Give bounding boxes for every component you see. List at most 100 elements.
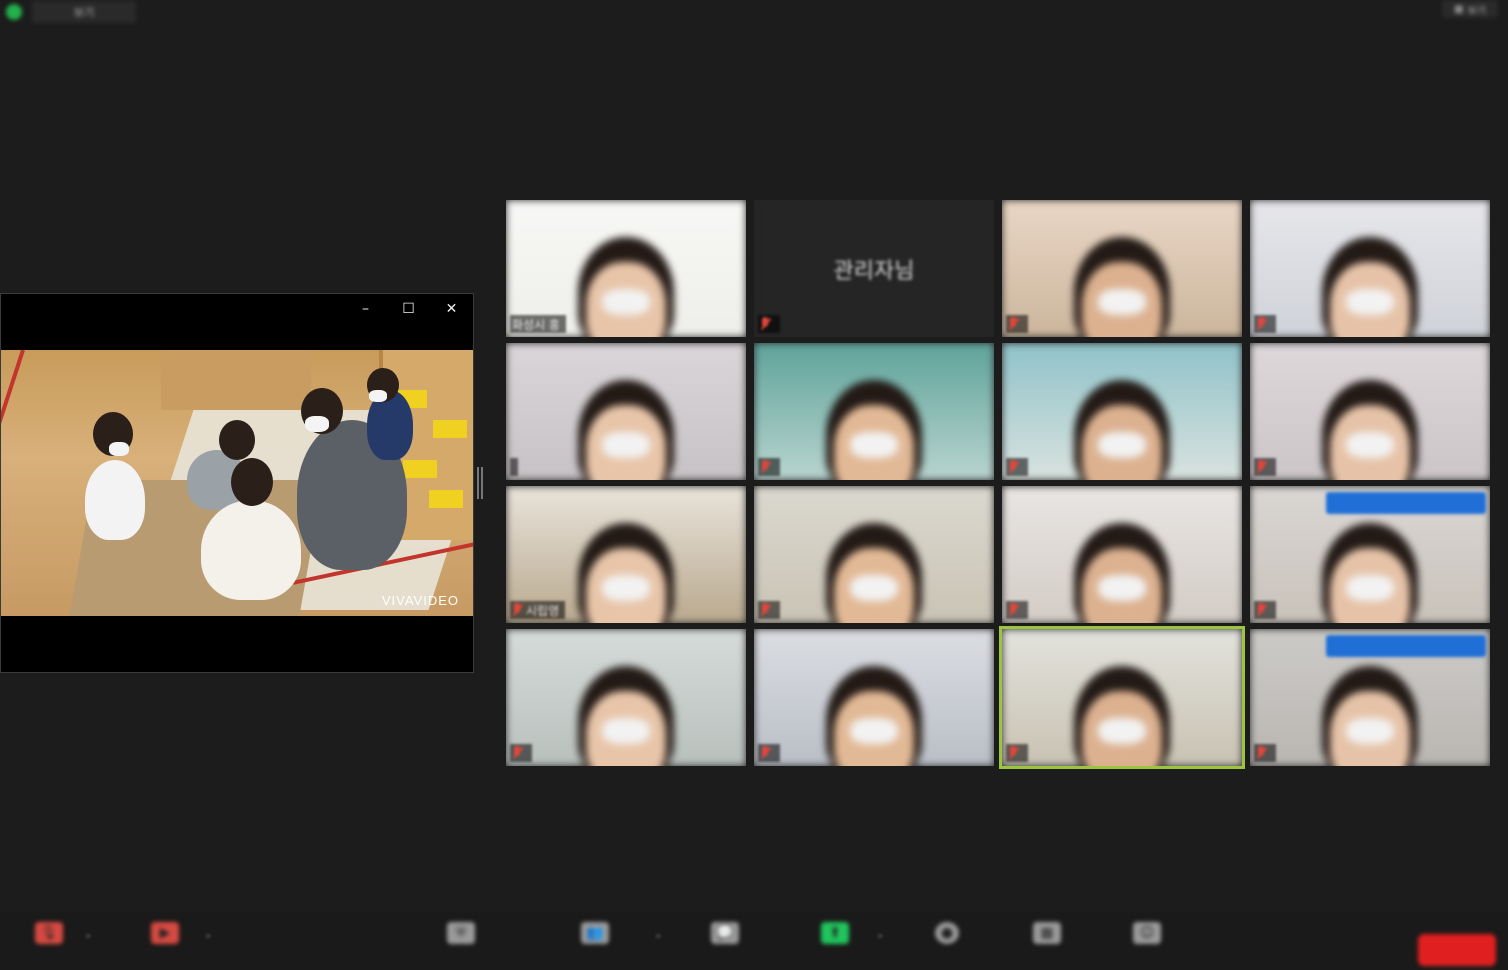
- participant-tile[interactable]: [1250, 486, 1490, 623]
- participant-tile[interactable]: 시립영: [506, 486, 746, 623]
- rooms-icon: ▦: [1033, 922, 1061, 944]
- participant-name-label: [1254, 458, 1276, 476]
- participant-mask: [602, 432, 650, 458]
- participant-tile[interactable]: [506, 343, 746, 480]
- shelf-bin: [433, 420, 467, 438]
- mic-muted-icon: [760, 317, 770, 331]
- mic-muted-icon: [760, 460, 770, 474]
- participant-tile[interactable]: [1250, 629, 1490, 766]
- close-button[interactable]: ✕: [430, 294, 473, 324]
- mute-button[interactable]: 🎙: [14, 922, 84, 970]
- video-options-chevron-icon[interactable]: ⌃: [204, 934, 214, 945]
- participant-video: [754, 629, 994, 766]
- floating-video-window[interactable]: – ☐ ✕ VIVAVIDEO: [0, 293, 474, 673]
- participant-mask: [1098, 432, 1146, 458]
- participant-name: 화성시 홍: [512, 317, 560, 332]
- participant-name-label: [1006, 744, 1028, 762]
- participant-mask: [602, 289, 650, 315]
- floor-line: [1, 350, 25, 616]
- meeting-window: 보기 ▦ 보기 – ☐ ✕ VIVAVIDEO 화성시 홍 관리자님 시립영 🎙…: [0, 0, 1508, 970]
- floating-window-titlebar[interactable]: – ☐ ✕: [1, 294, 473, 324]
- gallery-grid: 화성시 홍 관리자님시립영: [506, 200, 1492, 769]
- top-left-controls: 보기: [6, 0, 136, 24]
- participant-mask: [1346, 718, 1394, 744]
- participant-mask: [602, 575, 650, 601]
- participant-tile[interactable]: [1002, 343, 1242, 480]
- maximize-icon: ☐: [402, 301, 415, 317]
- participant-tile[interactable]: [754, 343, 994, 480]
- panel-resize-handle[interactable]: [477, 467, 483, 499]
- video-button[interactable]: ▶: [130, 922, 200, 970]
- share-options-chevron-icon[interactable]: ⌃: [876, 934, 886, 945]
- mic-options-chevron-icon[interactable]: ⌃: [84, 934, 94, 945]
- participant-name-label: [510, 744, 532, 762]
- participant-video: [1002, 200, 1242, 337]
- status-badge: [1326, 635, 1486, 657]
- security-icon: ⛨: [447, 922, 475, 944]
- background-shelf: [161, 350, 311, 410]
- participants-button[interactable]: 👥: [560, 922, 630, 970]
- mic-muted-icon: [512, 603, 522, 617]
- participant-name: 시립영: [526, 603, 560, 618]
- participant-tile[interactable]: [754, 629, 994, 766]
- meeting-toolbar: 🎙 ⌃ ▶ ⌃ ⛨ 👥 ⌃ 💬 ⬆ ⌃ ● ▦ ☺: [0, 912, 1508, 970]
- participant-video: [506, 343, 746, 480]
- participant-tile[interactable]: [1002, 486, 1242, 623]
- participant-mask: [1346, 289, 1394, 315]
- participant-video: [1250, 200, 1490, 337]
- participant-mask: [602, 718, 650, 744]
- participant-name-label: [510, 458, 518, 476]
- video-icon: ▶: [151, 922, 179, 944]
- participant-tile[interactable]: [1002, 200, 1242, 337]
- mic-muted-icon: [760, 746, 770, 760]
- security-button[interactable]: ⛨: [426, 922, 496, 970]
- participant-tile[interactable]: [1250, 343, 1490, 480]
- participant-tile[interactable]: [999, 626, 1245, 769]
- participant-mask: [1098, 718, 1146, 744]
- participant-tile[interactable]: [506, 629, 746, 766]
- participant-tile[interactable]: [754, 486, 994, 623]
- participant-video: [754, 343, 994, 480]
- reactions-button[interactable]: ☺: [1112, 922, 1182, 970]
- mic-muted-icon: [760, 603, 770, 617]
- participant-tile[interactable]: [1250, 200, 1490, 337]
- participants-options-chevron-icon[interactable]: ⌃: [654, 934, 664, 945]
- grid-icon: ▦: [1454, 3, 1464, 15]
- view-selector[interactable]: 보기: [32, 1, 136, 23]
- participant-video: [1002, 629, 1242, 766]
- participant-name-label: [1254, 601, 1276, 619]
- record-button[interactable]: ●: [912, 922, 982, 970]
- participant-name-label: [1254, 744, 1276, 762]
- close-icon: ✕: [445, 301, 458, 317]
- participant-name-label: 화성시 홍: [510, 315, 566, 333]
- participant-name-label: [758, 601, 780, 619]
- participant-tile[interactable]: 관리자님: [754, 200, 994, 337]
- participant-display-name: 관리자님: [833, 258, 915, 284]
- view-button-label: 보기: [1467, 5, 1486, 17]
- participant-name-label: 시립영: [510, 601, 566, 619]
- participant-tile[interactable]: 화성시 홍: [506, 200, 746, 337]
- maximize-button[interactable]: ☐: [387, 294, 430, 324]
- participant-video: [506, 629, 746, 766]
- breakout-rooms-button[interactable]: ▦: [1012, 922, 1082, 970]
- chat-button[interactable]: 💬: [690, 922, 760, 970]
- child-head: [231, 458, 273, 506]
- video-watermark: VIVAVIDEO: [381, 593, 459, 608]
- participant-name-label: [758, 458, 780, 476]
- security-shield-icon[interactable]: [6, 4, 22, 20]
- child-mask: [109, 442, 129, 456]
- record-icon: ●: [935, 922, 959, 944]
- participant-name-label: [758, 315, 780, 333]
- share-screen-button[interactable]: ⬆: [800, 922, 870, 970]
- end-meeting-button[interactable]: [1418, 934, 1496, 966]
- chat-icon: 💬: [711, 922, 739, 944]
- teacher-mask: [305, 416, 329, 432]
- view-button[interactable]: ▦ 보기: [1442, 0, 1498, 18]
- minimize-button[interactable]: –: [344, 294, 387, 324]
- participant-video: [1002, 343, 1242, 480]
- participant-video: [1002, 486, 1242, 623]
- participant-mask: [1346, 432, 1394, 458]
- view-selector-label: 보기: [73, 6, 95, 19]
- mic-muted-icon: [1008, 746, 1018, 760]
- shared-video-frame: VIVAVIDEO: [1, 350, 473, 616]
